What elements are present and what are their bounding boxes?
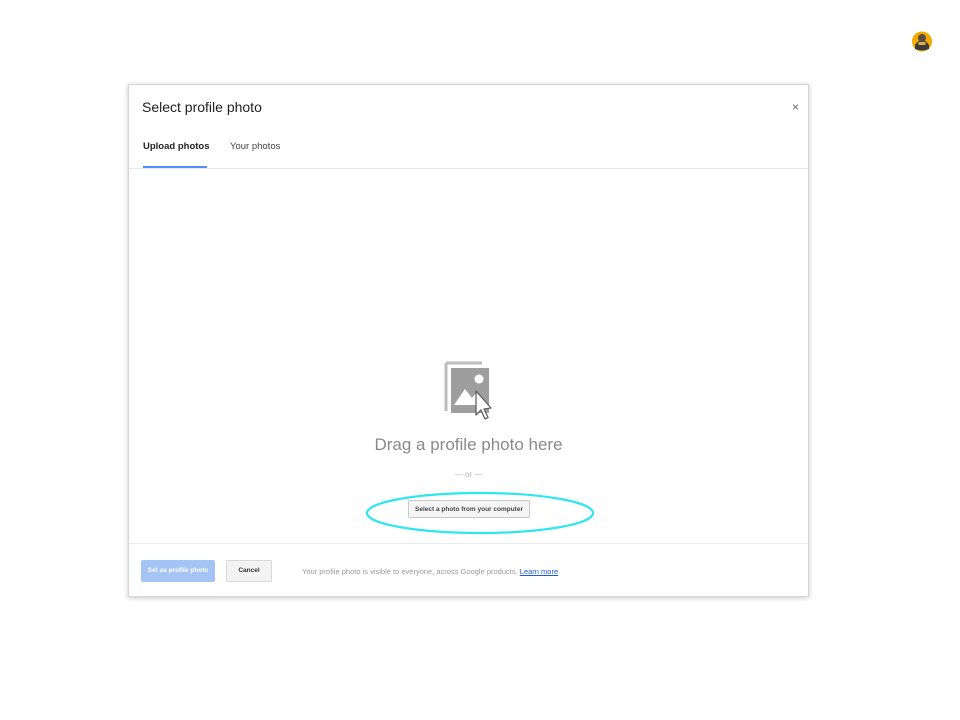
learn-more-link[interactable]: Learn more [520, 567, 558, 576]
user-avatar[interactable] [911, 29, 933, 53]
tab-label: Your photos [230, 141, 281, 152]
footer-divider [129, 543, 808, 544]
tab-your-photos[interactable]: Your photos [230, 141, 280, 168]
close-button[interactable]: × [792, 101, 799, 113]
photo-drag-icon [444, 361, 492, 420]
drag-photo-text: Drag a profile photo here [374, 435, 563, 454]
tab-upload-photos[interactable]: Upload photos [143, 141, 210, 168]
dialog-title: Select profile photo [142, 99, 262, 115]
set-as-profile-photo-button[interactable]: Set as profile photo [141, 560, 215, 582]
visibility-note-text: Your profile photo is visible to everyon… [302, 567, 518, 576]
tab-label: Upload photos [143, 141, 210, 152]
user-avatar-icon [912, 31, 932, 52]
photo-drop-zone[interactable]: Drag a profile photo here — or — Select … [129, 169, 808, 543]
select-profile-photo-dialog: Select profile photo × Upload photos You… [128, 84, 809, 597]
profile-visibility-note: Your profile photo is visible to everyon… [302, 567, 558, 576]
select-photo-from-computer-button[interactable]: Select a photo from your computer [408, 500, 530, 518]
or-separator: — or — [454, 470, 483, 479]
cancel-button[interactable]: Cancel [226, 560, 272, 582]
